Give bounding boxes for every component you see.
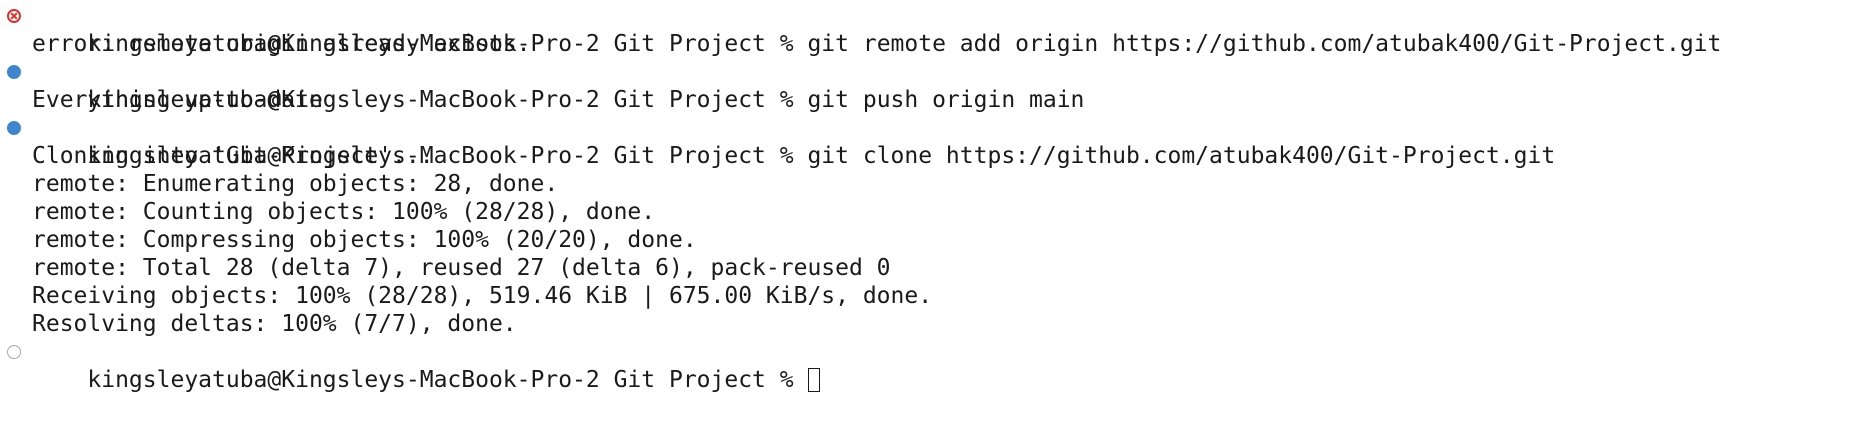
output-line: remote: Total 28 (delta 7), reused 27 (d… [32,255,891,281]
output-line: Everything up-to-date [32,87,323,113]
output-line: Receiving objects: 100% (28/28), 519.46 … [32,283,933,309]
filled-circle-icon[interactable] [7,121,21,135]
command-line[interactable]: kingsleyatuba@Kingsleys-MacBook-Pro-2 Gi… [0,338,1850,393]
output-line: remote: Counting objects: 100% (28/28), … [32,199,656,225]
error-x-circle-icon[interactable] [7,9,21,23]
output-line: Resolving deltas: 100% (7/7), done. [32,311,517,337]
output-line: error: remote origin already exists. [32,31,531,57]
shell-prompt: kingsleyatuba@Kingsleys-MacBook-Pro-2 Gi… [87,367,808,393]
filled-circle-icon[interactable] [7,65,21,79]
command-line: kingsleyatuba@Kingsleys-MacBook-Pro-2 Gi… [0,58,1850,113]
output-line: Cloning into 'Git-Project'... [32,143,434,169]
hollow-circle-icon [7,345,21,359]
command-line: kingsleyatuba@Kingsleys-MacBook-Pro-2 Gi… [0,114,1850,169]
output-line: remote: Enumerating objects: 28, done. [32,171,559,197]
text-cursor [808,368,821,392]
output-line: remote: Compressing objects: 100% (20/20… [32,227,697,253]
command-line: kingsleyatuba@Kingsleys-MacBook-Pro-2 Gi… [0,2,1850,57]
terminal-output[interactable]: kingsleyatuba@Kingsleys-MacBook-Pro-2 Gi… [0,2,1850,393]
